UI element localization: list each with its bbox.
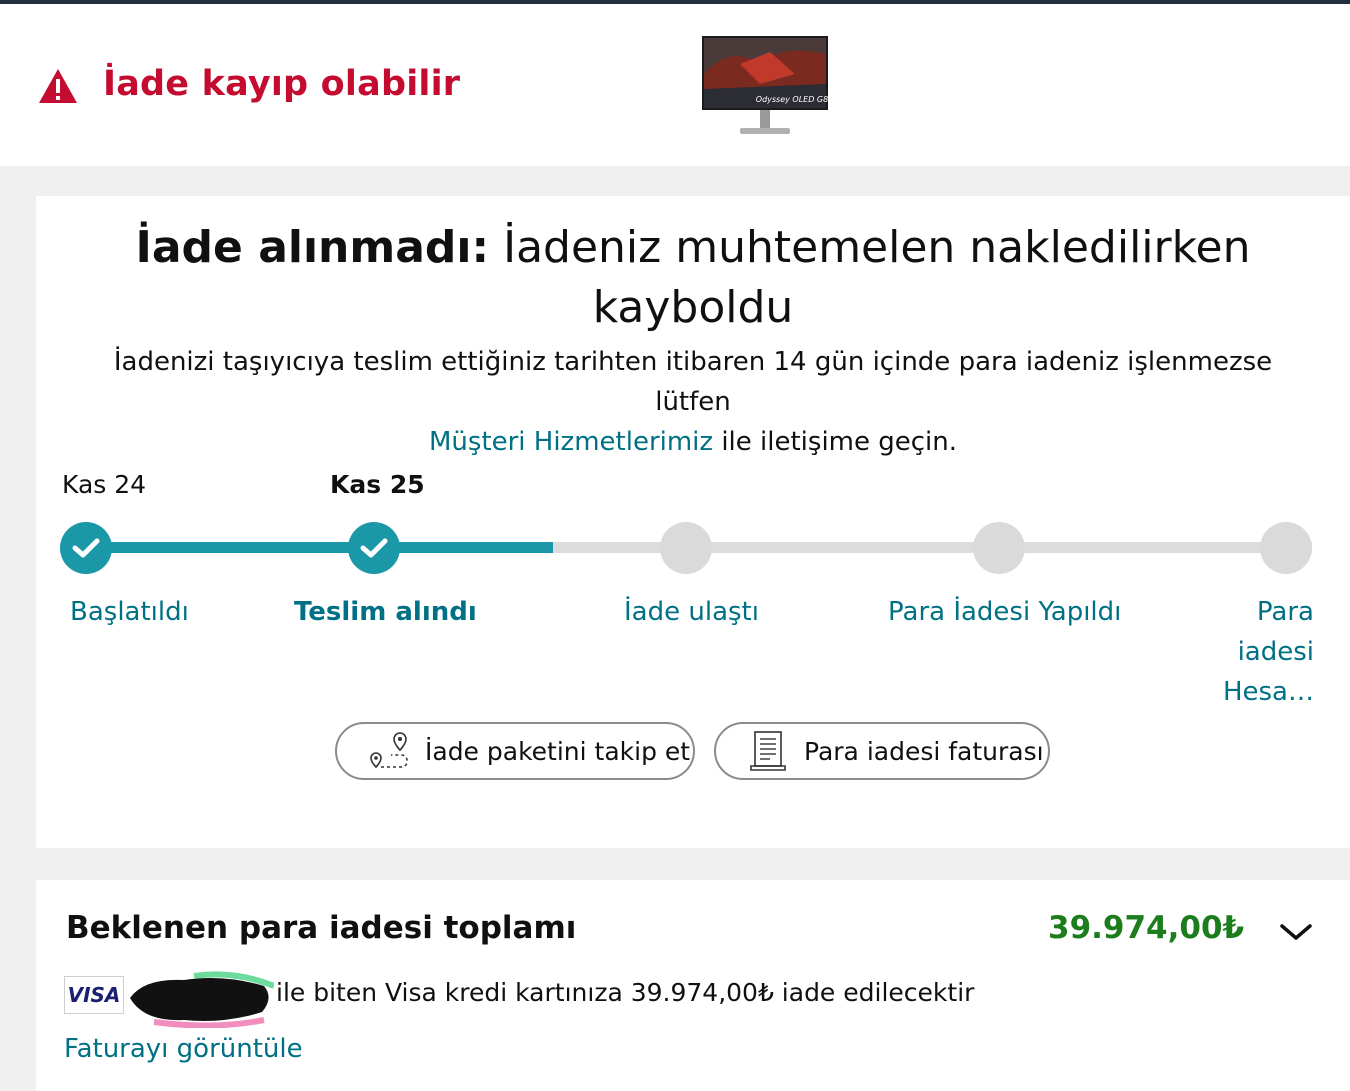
route-pin-icon xyxy=(370,732,408,769)
customer-service-link[interactable]: Müşteri Hizmetlerimiz xyxy=(429,427,713,457)
step-node-account xyxy=(1260,522,1312,574)
track-package-label: İade paketini takip et xyxy=(425,736,691,766)
step-label-account[interactable]: Para iadesi Hesa… xyxy=(1174,592,1314,712)
warning-title: İade kayıp olabilir xyxy=(103,64,461,104)
step-label-picked-up[interactable]: Teslim alındı xyxy=(294,592,477,632)
status-headline: İade alınmadı: İadeniz muhtemelen nakled… xyxy=(96,218,1290,338)
check-icon xyxy=(360,538,388,558)
step-label-refunded[interactable]: Para İadesi Yapıldı xyxy=(888,592,1121,632)
step-date-picked-up: Kas 25 xyxy=(330,470,425,499)
chevron-down-icon[interactable] xyxy=(1278,918,1314,944)
warning-icon xyxy=(39,69,77,103)
invoice-icon xyxy=(750,731,786,771)
visa-card-logo: VISA xyxy=(64,976,124,1014)
refund-card-text: ile biten Visa kredi kartınıza 39.974,00… xyxy=(276,978,975,1007)
progress-fill xyxy=(88,542,553,553)
view-invoice-link[interactable]: Faturayı görüntüle xyxy=(64,1034,303,1064)
step-node-arrived xyxy=(660,522,712,574)
step-label-arrived[interactable]: İade ulaştı xyxy=(624,592,759,632)
refund-invoice-button[interactable]: Para iadesi faturası xyxy=(714,722,1050,780)
redacted-card-number xyxy=(130,971,274,1028)
subtext-after: ile iletişime geçin. xyxy=(721,427,958,457)
product-image-caption: Odyssey OLED G8 xyxy=(756,95,828,104)
refund-total-title: Beklenen para iadesi toplamı xyxy=(66,910,577,946)
status-headline-bold: İade alınmadı: xyxy=(135,222,490,273)
alert-header: İade kayıp olabilir Odyssey OLED G8 xyxy=(0,4,1350,166)
status-subtext: İadenizi taşıyıcıya teslim ettiğiniz tar… xyxy=(76,342,1310,462)
refund-summary-card: Beklenen para iadesi toplamı 39.974,00₺ … xyxy=(36,880,1350,1091)
return-status-card: İade alınmadı: İadeniz muhtemelen nakled… xyxy=(36,196,1350,848)
step-node-started xyxy=(60,522,112,574)
check-icon xyxy=(72,538,100,558)
refund-total-amount: 39.974,00₺ xyxy=(1048,910,1245,946)
step-node-refunded xyxy=(973,522,1025,574)
subtext-before: İadenizi taşıyıcıya teslim ettiğiniz tar… xyxy=(113,347,1273,417)
status-headline-rest: İadeniz muhtemelen nakledilirken kaybold… xyxy=(503,222,1251,333)
track-package-button[interactable]: İade paketini takip et xyxy=(335,722,695,780)
refund-invoice-label: Para iadesi faturası xyxy=(804,736,1044,766)
step-node-picked-up xyxy=(348,522,400,574)
step-label-started[interactable]: Başlatıldı xyxy=(70,592,189,632)
product-image[interactable]: Odyssey OLED G8 xyxy=(700,34,830,138)
step-date-started: Kas 24 xyxy=(62,470,147,499)
